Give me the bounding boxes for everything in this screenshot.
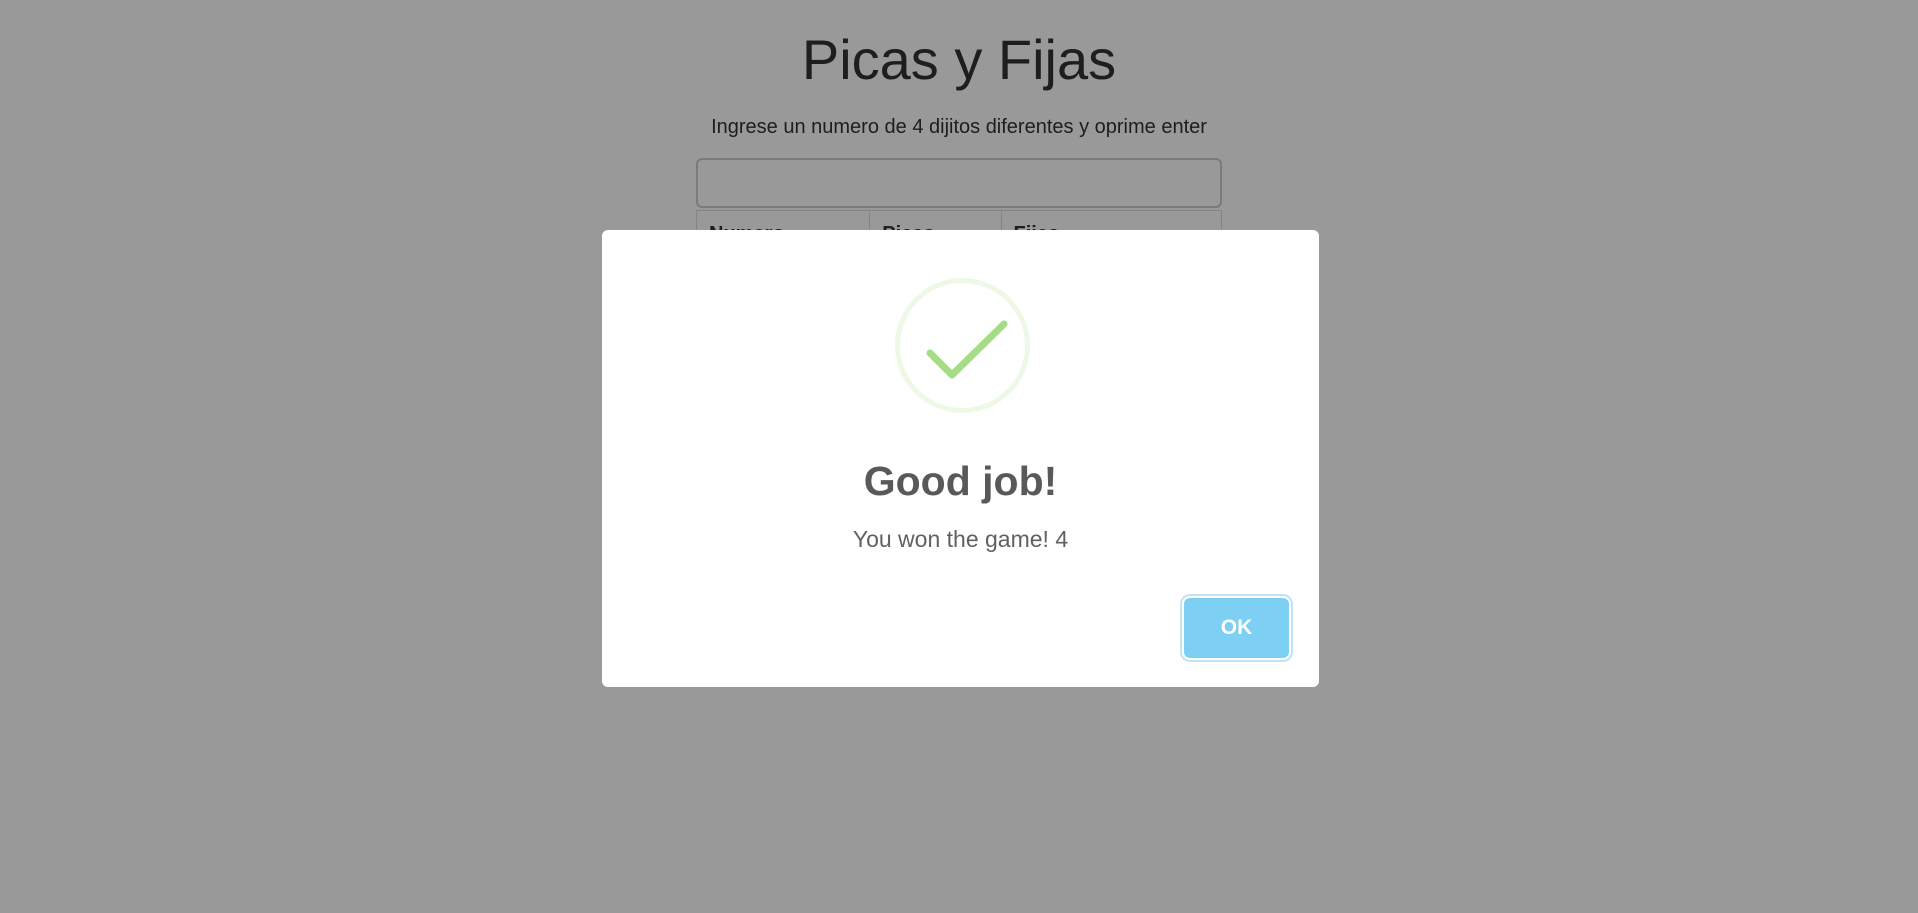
success-check-icon [895, 278, 1030, 413]
ok-button[interactable]: OK [1184, 598, 1289, 658]
dialog-message: You won the game! 4 [852, 526, 1069, 552]
success-dialog: Good job! You won the game! 4 OK [602, 230, 1319, 687]
dialog-title: Good job! [863, 458, 1058, 504]
